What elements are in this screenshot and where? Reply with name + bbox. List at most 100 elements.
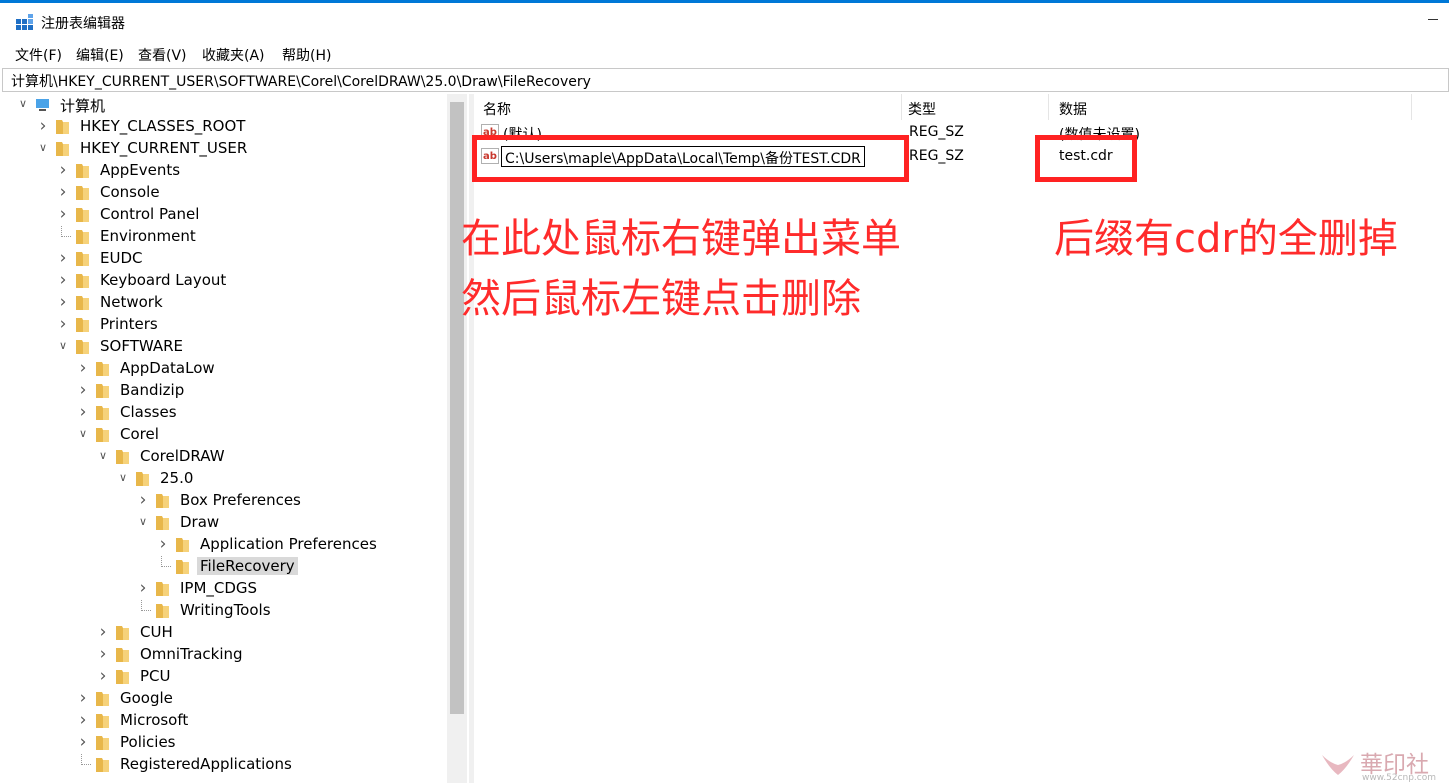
tree-node[interactable]: › CUH [96, 622, 469, 644]
menu-favorites[interactable]: 收藏夹(A) [202, 45, 265, 65]
tree-node[interactable]: › HKEY_CLASSES_ROOT [36, 116, 456, 138]
tree-node[interactable]: Environment [56, 226, 469, 248]
chevron-right-icon[interactable]: › [36, 118, 50, 135]
chevron-down-icon[interactable]: ∨ [16, 96, 30, 112]
tree-node[interactable]: WritingTools [136, 600, 469, 622]
tree-node[interactable]: › Network [56, 292, 469, 314]
chevron-right-icon[interactable]: › [76, 734, 90, 751]
tree-node[interactable]: › AppDataLow [76, 358, 469, 380]
tree-node[interactable]: › Policies [76, 732, 469, 754]
computer-icon [36, 99, 49, 111]
address-bar[interactable]: 计算机\HKEY_CURRENT_USER\SOFTWARE\Corel\Cor… [2, 68, 1449, 92]
folder-icon [96, 384, 109, 398]
tree-node-label: 25.0 [160, 469, 194, 487]
tree-node[interactable]: › Keyboard Layout [56, 270, 469, 292]
watermark-url: www.52cnp.com [1362, 773, 1437, 783]
folder-icon [76, 274, 89, 288]
tree-node[interactable]: › Bandizip [76, 380, 469, 402]
chevron-right-icon[interactable]: › [56, 250, 70, 267]
tree-node[interactable]: › Box Preferences [136, 490, 469, 512]
tree-node-label: FileRecovery [197, 557, 298, 575]
chevron-down-icon[interactable]: ∨ [136, 514, 150, 530]
values-list: 名称 类型 数据 ab (默认) REG_SZ (数值未设置) ab C:\Us… [474, 94, 1449, 783]
folder-icon [156, 604, 169, 618]
column-header-data[interactable]: 数据 [1050, 94, 1412, 120]
folder-icon [116, 626, 129, 640]
highlight-value-name [472, 135, 909, 182]
chevron-right-icon[interactable]: › [76, 382, 90, 399]
chevron-right-icon[interactable]: › [56, 206, 70, 223]
tree-node[interactable]: RegisteredApplications [76, 754, 469, 776]
folder-icon [116, 450, 129, 464]
menu-help[interactable]: 帮助(H) [282, 45, 331, 65]
chevron-right-icon[interactable]: › [56, 316, 70, 333]
column-header-name[interactable]: 名称 [474, 94, 902, 120]
folder-icon [76, 340, 89, 354]
folder-icon [96, 714, 109, 728]
tree-node[interactable]: › PCU [96, 666, 469, 688]
chevron-right-icon[interactable]: › [76, 690, 90, 707]
tree-node[interactable]: ∨ HKEY_CURRENT_USER [36, 138, 456, 160]
watermark: 華印社區 www.52cnp.com [1318, 745, 1448, 783]
folder-icon [76, 296, 89, 310]
tree-node-label: Box Preferences [180, 491, 301, 509]
tree-node[interactable]: › Control Panel [56, 204, 469, 226]
folder-icon [76, 252, 89, 266]
tree-scrollbar-thumb[interactable] [450, 102, 464, 714]
chevron-down-icon[interactable]: ∨ [36, 140, 50, 156]
folder-icon [76, 164, 89, 178]
chevron-down-icon[interactable]: ∨ [56, 338, 70, 354]
chevron-right-icon[interactable]: › [136, 492, 150, 509]
tree-node-label: CUH [140, 623, 173, 641]
tree-node-label: Google [120, 689, 173, 707]
tree-node[interactable]: › AppEvents [56, 160, 469, 182]
menu-view[interactable]: 查看(V) [138, 45, 187, 65]
menu-edit[interactable]: 编辑(E) [76, 45, 124, 65]
tree-node[interactable]: › EUDC [56, 248, 469, 270]
tree-node[interactable]: › OmniTracking [96, 644, 469, 666]
chevron-down-icon[interactable]: ∨ [96, 448, 110, 464]
tree-node-label: OmniTracking [140, 645, 243, 663]
chevron-right-icon[interactable]: › [76, 404, 90, 421]
chevron-right-icon[interactable]: › [56, 294, 70, 311]
tree-node[interactable]: › Printers [56, 314, 469, 336]
tree-node[interactable]: ∨ Draw [136, 512, 469, 534]
annotation-instruction-right: 后缀有cdr的全删掉 [1054, 216, 1398, 262]
tree-node[interactable]: ∨ 计算机 [16, 94, 436, 116]
minimize-button[interactable] [1424, 9, 1444, 29]
tree-node[interactable]: › Microsoft [76, 710, 469, 732]
tree-node[interactable]: ∨ CorelDRAW [96, 446, 469, 468]
chevron-down-icon[interactable]: ∨ [116, 470, 130, 486]
column-header-type[interactable]: 类型 [899, 94, 1049, 120]
chevron-right-icon[interactable]: › [136, 580, 150, 597]
chevron-right-icon[interactable]: › [56, 184, 70, 201]
folder-icon [56, 142, 69, 156]
chevron-right-icon[interactable]: › [156, 536, 170, 553]
value-type: REG_SZ [909, 148, 964, 164]
folder-icon [96, 428, 109, 442]
tree-node[interactable]: › Console [56, 182, 469, 204]
chevron-down-icon[interactable]: ∨ [76, 426, 90, 442]
tree-node-label: Application Preferences [200, 535, 377, 553]
tree-node[interactable]: › Application Preferences [156, 534, 469, 556]
chevron-right-icon[interactable]: › [96, 646, 110, 663]
tree-node[interactable]: FileRecovery [156, 556, 469, 578]
tree-connector [161, 556, 171, 567]
chevron-right-icon[interactable]: › [56, 162, 70, 179]
tree-node[interactable]: › Google [76, 688, 469, 710]
menu-file[interactable]: 文件(F) [15, 45, 62, 65]
tree-node[interactable]: › Classes [76, 402, 469, 424]
chevron-right-icon[interactable]: › [96, 624, 110, 641]
chevron-right-icon[interactable]: › [76, 712, 90, 729]
tree-node[interactable]: ∨ Corel [76, 424, 469, 446]
chevron-right-icon[interactable]: › [76, 360, 90, 377]
folder-icon [56, 120, 69, 134]
chevron-right-icon[interactable]: › [56, 272, 70, 289]
folder-icon [76, 186, 89, 200]
tree-node-label: 计算机 [60, 97, 106, 115]
tree-node[interactable]: ∨ SOFTWARE [56, 336, 469, 358]
tree-scrollbar[interactable] [447, 94, 467, 783]
chevron-right-icon[interactable]: › [96, 668, 110, 685]
tree-node[interactable]: ∨ 25.0 [116, 468, 469, 490]
tree-node[interactable]: › IPM_CDGS [136, 578, 469, 600]
